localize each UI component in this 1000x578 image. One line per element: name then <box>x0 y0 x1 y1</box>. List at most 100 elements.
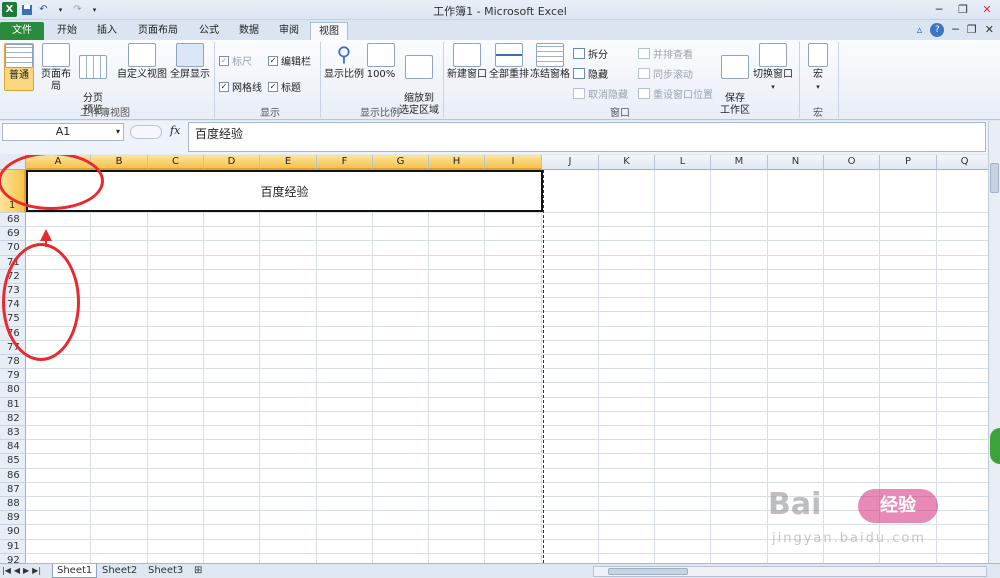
tab-view[interactable]: 视图 <box>310 22 348 40</box>
page-layout-view-button[interactable]: 页面布局 <box>37 43 75 93</box>
row-header-90[interactable]: 90 <box>0 525 26 540</box>
close-icon[interactable]: ✕ <box>978 1 996 17</box>
tab-formulas[interactable]: 公式 <box>192 22 226 40</box>
insert-sheet-icon[interactable]: ⊞ <box>190 564 206 578</box>
column-header-j[interactable]: J <box>542 155 599 170</box>
tab-data[interactable]: 数据 <box>232 22 266 40</box>
help-icon[interactable]: ? <box>930 23 945 37</box>
gridlines-checkbox[interactable]: ✓ 网格线 <box>219 79 262 94</box>
row-header-84[interactable]: 84 <box>0 440 26 455</box>
row-header-92[interactable]: 92 <box>0 553 26 563</box>
formula-bar-checkbox[interactable]: ✓ 编辑栏 <box>268 53 311 68</box>
next-sheet-icon[interactable]: ▶ <box>23 566 29 575</box>
view-side-by-side-button[interactable]: 并排查看 <box>638 46 693 61</box>
group-label-zoom: 显示比例 <box>360 108 400 119</box>
column-header-f[interactable]: F <box>317 155 373 170</box>
page-layout-label: 页面布局 <box>41 69 71 92</box>
column-header-l[interactable]: L <box>655 155 711 170</box>
tab-file[interactable]: 文件 <box>0 22 44 40</box>
macros-icon <box>808 43 828 67</box>
row-header-78[interactable]: 78 <box>0 355 26 370</box>
macros-button[interactable]: 宏 ▾ <box>804 43 832 93</box>
custom-views-button[interactable]: 自定义视图 <box>117 43 167 81</box>
formula-bar-splitter[interactable] <box>130 125 162 139</box>
tab-insert[interactable]: 插入 <box>90 22 124 40</box>
last-sheet-icon[interactable]: ▶| <box>32 566 41 575</box>
restore-icon[interactable]: ❐ <box>954 1 972 17</box>
side-widget[interactable] <box>990 428 1000 464</box>
tab-home[interactable]: 开始 <box>50 22 84 40</box>
synchronous-scrolling-button[interactable]: 同步滚动 <box>638 66 693 81</box>
horizontal-scrollbar[interactable] <box>593 566 987 577</box>
row-header-85[interactable]: 85 <box>0 454 26 469</box>
prev-sheet-icon[interactable]: ◀ <box>14 566 20 575</box>
column-header-c[interactable]: C <box>148 155 204 170</box>
sheet-tab-1[interactable]: Sheet1 <box>52 564 98 578</box>
reset-window-position-button[interactable]: 重设窗口位置 <box>638 86 713 101</box>
column-header-e[interactable]: E <box>260 155 317 170</box>
full-screen-button[interactable]: 全屏显示 <box>170 43 210 81</box>
grid-column-line <box>372 170 373 563</box>
row-header-79[interactable]: 79 <box>0 369 26 384</box>
minimize-icon[interactable]: ─ <box>930 1 948 17</box>
column-header-i[interactable]: I <box>485 155 542 170</box>
row-header-86[interactable]: 86 <box>0 468 26 483</box>
row-header-89[interactable]: 89 <box>0 511 26 526</box>
column-header-n[interactable]: N <box>768 155 824 170</box>
column-header-g[interactable]: G <box>373 155 429 170</box>
column-header-b[interactable]: B <box>91 155 148 170</box>
doc-close-icon[interactable]: ✕ <box>985 23 994 37</box>
first-sheet-icon[interactable]: |◀ <box>2 566 11 575</box>
ruler-checkbox[interactable]: ✓ 标尺 <box>219 53 252 68</box>
normal-view-icon <box>5 44 33 68</box>
row-header-80[interactable]: 80 <box>0 383 26 398</box>
arrange-all-button[interactable]: 全部重排 <box>489 43 529 81</box>
headings-checkbox[interactable]: ✓ 标题 <box>268 79 301 94</box>
doc-minimize-icon[interactable]: ─ <box>952 23 959 37</box>
column-header-p[interactable]: P <box>880 155 937 170</box>
column-header-d[interactable]: D <box>204 155 260 170</box>
row-header-87[interactable]: 87 <box>0 482 26 497</box>
row-header-83[interactable]: 83 <box>0 426 26 441</box>
name-box[interactable]: A1 ▾ <box>2 123 124 141</box>
grid-row-line <box>26 439 988 441</box>
reset-position-label: 重设窗口位置 <box>653 90 713 101</box>
new-window-button[interactable]: 新建窗口 <box>447 43 487 81</box>
scrollbar-thumb[interactable] <box>990 163 999 193</box>
watermark-brand: Bai <box>768 487 822 522</box>
column-header-o[interactable]: O <box>824 155 880 170</box>
normal-view-button[interactable]: 普通 <box>4 43 34 91</box>
gridlines-label: 网格线 <box>232 83 262 94</box>
sheet-tab-2[interactable]: Sheet2 <box>98 564 141 578</box>
doc-restore-icon[interactable]: ❐ <box>967 23 977 37</box>
zoom-100-button[interactable]: 100% <box>366 43 396 81</box>
unhide-button[interactable]: 取消隐藏 <box>573 86 628 101</box>
column-header-h[interactable]: H <box>429 155 485 170</box>
column-header-m[interactable]: M <box>711 155 768 170</box>
chevron-down-icon[interactable]: ▾ <box>116 124 120 140</box>
row-header-91[interactable]: 91 <box>0 539 26 554</box>
split-button[interactable]: 拆分 <box>573 46 608 61</box>
formula-input[interactable]: 百度经验 <box>188 122 986 152</box>
minimize-ribbon-icon[interactable]: ▵ <box>917 23 923 37</box>
column-header-q[interactable]: Q <box>937 155 988 170</box>
insert-function-icon[interactable]: fx <box>170 124 180 137</box>
row-header-82[interactable]: 82 <box>0 411 26 426</box>
chevron-down-icon: ▾ <box>816 83 820 91</box>
zoom-label: 显示比例 <box>324 69 364 80</box>
row-header-69[interactable]: 69 <box>0 227 26 242</box>
switch-windows-button[interactable]: 切换窗口 ▾ <box>753 43 793 93</box>
tab-review[interactable]: 审阅 <box>272 22 306 40</box>
column-header-k[interactable]: K <box>599 155 655 170</box>
zoom-button[interactable]: ⚲ 显示比例 <box>324 43 364 81</box>
row-header-88[interactable]: 88 <box>0 497 26 512</box>
save-workspace-button[interactable]: 保存 工作区 <box>718 43 752 117</box>
sheet-tab-3[interactable]: Sheet3 <box>144 564 187 578</box>
row-header-68[interactable]: 68 <box>0 213 26 228</box>
hide-button[interactable]: 隐藏 <box>573 66 608 81</box>
row-header-81[interactable]: 81 <box>0 397 26 412</box>
scrollbar-thumb[interactable] <box>608 568 688 575</box>
freeze-panes-button[interactable]: 冻结窗格 <box>530 43 570 81</box>
normal-view-label: 普通 <box>9 70 29 81</box>
tab-page-layout[interactable]: 页面布局 <box>130 22 186 40</box>
